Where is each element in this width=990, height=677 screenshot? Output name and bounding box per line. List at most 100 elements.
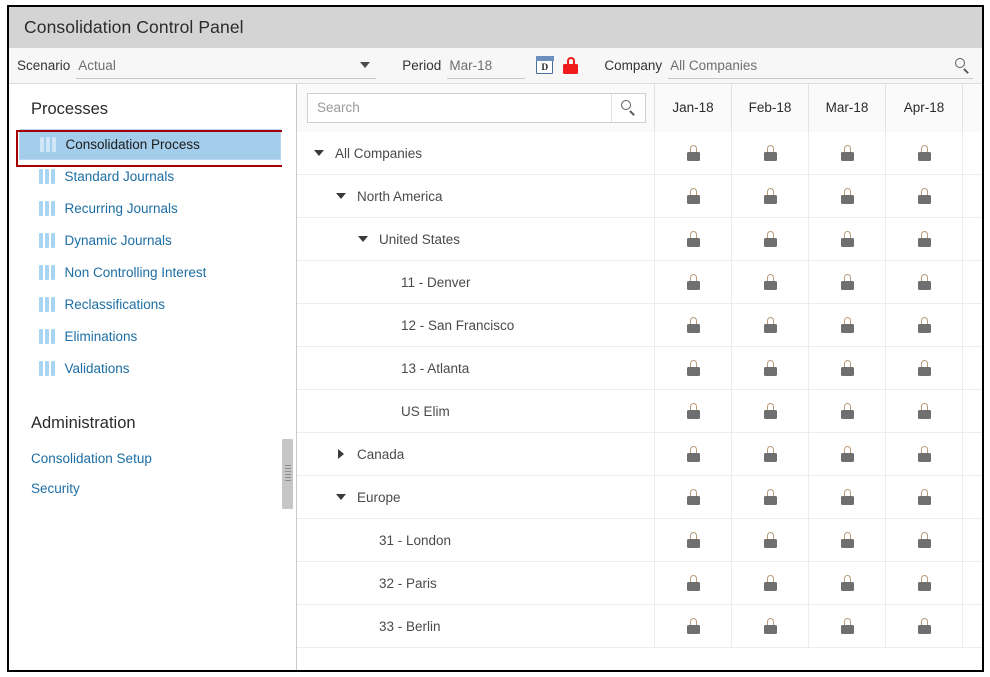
period-status-cell[interactable]: [655, 261, 732, 303]
lock-closed-icon[interactable]: [917, 145, 931, 161]
chevron-down-icon[interactable]: [311, 150, 327, 156]
lock-closed-icon[interactable]: [917, 446, 931, 462]
period-status-cell[interactable]: [732, 347, 809, 389]
period-status-cell[interactable]: [809, 519, 886, 561]
lock-closed-icon[interactable]: [686, 618, 700, 634]
period-status-cell[interactable]: [655, 476, 732, 518]
tree-cell[interactable]: 11 - Denver: [297, 261, 655, 303]
period-status-cell[interactable]: [732, 261, 809, 303]
lock-closed-icon[interactable]: [763, 188, 777, 204]
tree-cell[interactable]: 31 - London: [297, 519, 655, 561]
column-header-feb[interactable]: Feb-18: [732, 84, 809, 132]
lock-closed-icon[interactable]: [840, 489, 854, 505]
table-row[interactable]: 33 - Berlin: [297, 605, 982, 648]
table-row[interactable]: United States: [297, 218, 982, 261]
lock-closed-icon[interactable]: [840, 532, 854, 548]
lock-closed-icon[interactable]: [763, 575, 777, 591]
period-status-cell[interactable]: [655, 519, 732, 561]
period-status-cell[interactable]: [886, 433, 963, 475]
scrollbar-thumb[interactable]: [282, 439, 293, 509]
period-status-cell[interactable]: [732, 218, 809, 260]
table-row[interactable]: All Companies: [297, 132, 982, 175]
period-status-cell[interactable]: [655, 605, 732, 647]
search-icon[interactable]: [955, 58, 970, 74]
lock-closed-icon[interactable]: [917, 489, 931, 505]
period-status-cell[interactable]: [809, 132, 886, 174]
lock-closed-icon[interactable]: [840, 446, 854, 462]
chevron-down-icon[interactable]: [360, 62, 371, 68]
sidebar-item-security[interactable]: Security: [9, 473, 296, 503]
sidebar-item-eliminations[interactable]: Eliminations: [9, 320, 296, 352]
table-row[interactable]: 12 - San Francisco: [297, 304, 982, 347]
period-status-cell[interactable]: [732, 390, 809, 432]
period-status-cell[interactable]: [809, 175, 886, 217]
lock-closed-icon[interactable]: [917, 532, 931, 548]
company-input[interactable]: All Companies: [668, 53, 974, 79]
period-status-cell[interactable]: [886, 562, 963, 604]
lock-closed-icon[interactable]: [917, 618, 931, 634]
period-status-cell[interactable]: [655, 562, 732, 604]
chevron-down-icon[interactable]: [333, 193, 349, 199]
period-status-cell[interactable]: [809, 261, 886, 303]
period-status-cell[interactable]: [732, 476, 809, 518]
table-row[interactable]: 11 - Denver: [297, 261, 982, 304]
period-status-cell[interactable]: [886, 175, 963, 217]
lock-closed-icon[interactable]: [763, 532, 777, 548]
sidebar-item-reclassifications[interactable]: Reclassifications: [9, 288, 296, 320]
lock-closed-icon[interactable]: [686, 145, 700, 161]
tree-cell[interactable]: 32 - Paris: [297, 562, 655, 604]
scenario-select[interactable]: Actual: [76, 53, 377, 79]
period-status-cell[interactable]: [655, 433, 732, 475]
period-status-cell[interactable]: [886, 261, 963, 303]
lock-closed-icon[interactable]: [917, 274, 931, 290]
lock-closed-icon[interactable]: [917, 403, 931, 419]
sidebar-item-standard-journals[interactable]: Standard Journals: [9, 160, 296, 192]
lock-closed-icon[interactable]: [686, 489, 700, 505]
period-status-cell[interactable]: [655, 218, 732, 260]
period-status-cell[interactable]: [886, 390, 963, 432]
lock-closed-icon[interactable]: [763, 317, 777, 333]
sidebar-item-validations[interactable]: Validations: [9, 352, 296, 384]
period-status-cell[interactable]: [963, 433, 982, 475]
lock-closed-icon[interactable]: [686, 231, 700, 247]
column-header-jan[interactable]: Jan-18: [655, 84, 732, 132]
period-status-cell[interactable]: [886, 304, 963, 346]
table-row[interactable]: 32 - Paris: [297, 562, 982, 605]
period-status-cell[interactable]: [963, 562, 982, 604]
table-row[interactable]: Canada: [297, 433, 982, 476]
period-status-cell[interactable]: [655, 304, 732, 346]
period-status-cell[interactable]: [886, 605, 963, 647]
period-status-cell[interactable]: [963, 132, 982, 174]
period-status-cell[interactable]: [963, 304, 982, 346]
period-status-cell[interactable]: [655, 347, 732, 389]
period-status-cell[interactable]: [963, 476, 982, 518]
period-status-cell[interactable]: [655, 132, 732, 174]
period-status-cell[interactable]: [886, 347, 963, 389]
sidebar-item-consolidation-process[interactable]: Consolidation Process: [19, 129, 281, 160]
period-status-cell[interactable]: [732, 519, 809, 561]
lock-closed-icon[interactable]: [686, 360, 700, 376]
period-status-cell[interactable]: [809, 304, 886, 346]
tree-cell[interactable]: Europe: [297, 476, 655, 518]
period-status-cell[interactable]: [963, 390, 982, 432]
lock-closed-icon[interactable]: [917, 360, 931, 376]
search-input[interactable]: Search: [307, 92, 646, 123]
lock-closed-icon[interactable]: [840, 188, 854, 204]
column-header-mar[interactable]: Mar-18: [809, 84, 886, 132]
lock-closed-icon[interactable]: [840, 618, 854, 634]
lock-closed-icon[interactable]: [686, 446, 700, 462]
period-status-cell[interactable]: [963, 605, 982, 647]
period-status-cell[interactable]: [886, 476, 963, 518]
search-button[interactable]: [611, 93, 645, 122]
sidebar-item-recurring-journals[interactable]: Recurring Journals: [9, 192, 296, 224]
table-row[interactable]: 13 - Atlanta: [297, 347, 982, 390]
period-status-cell[interactable]: [809, 390, 886, 432]
column-header-next-partial[interactable]: [963, 84, 982, 132]
lock-closed-icon[interactable]: [763, 274, 777, 290]
lock-closed-icon[interactable]: [917, 188, 931, 204]
period-status-cell[interactable]: [963, 261, 982, 303]
sidebar-scrollbar[interactable]: [282, 84, 293, 670]
tree-cell[interactable]: All Companies: [297, 132, 655, 174]
lock-closed-icon[interactable]: [763, 145, 777, 161]
lock-closed-icon[interactable]: [686, 274, 700, 290]
